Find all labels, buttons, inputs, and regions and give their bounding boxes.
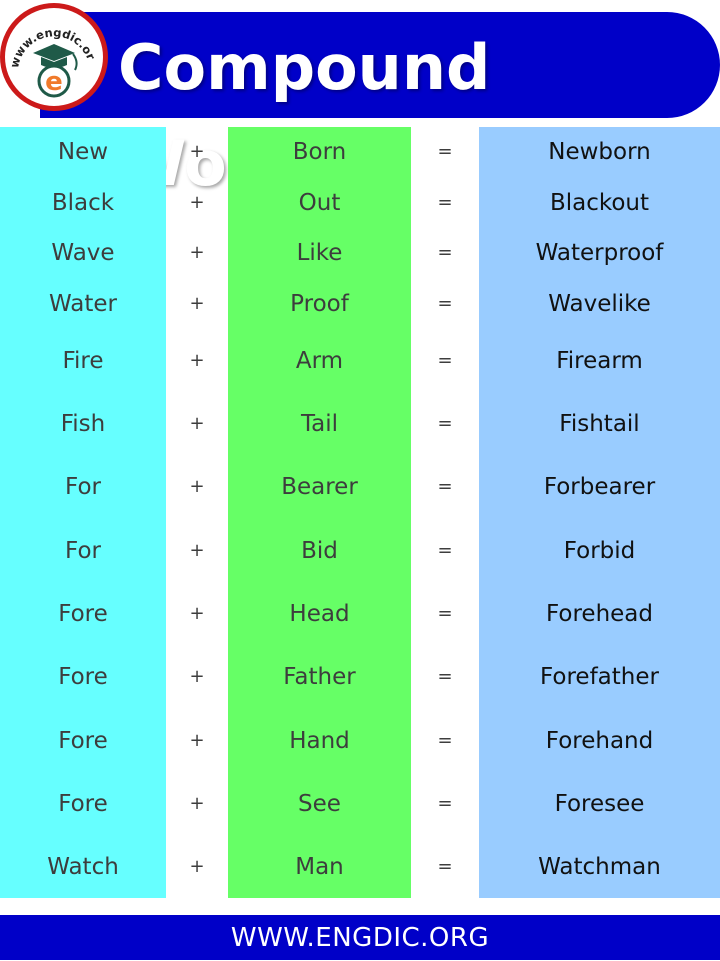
equals-sign: = <box>437 350 453 371</box>
equals-sign: = <box>437 293 453 314</box>
second-word: Tail <box>300 411 339 437</box>
compound-word: Watchman <box>538 854 661 880</box>
footer-url: WWW.ENGDIC.ORG <box>0 915 720 960</box>
first-word: New <box>57 139 109 165</box>
equals-sign: = <box>437 793 453 814</box>
plus-sign: + <box>189 476 205 497</box>
graduation-cap-e-logo-icon: www.engdic.org e <box>5 8 98 98</box>
plus-sign: + <box>189 350 205 371</box>
equals-sign: = <box>437 413 453 434</box>
compound-word: Foresee <box>554 791 645 817</box>
first-word: Wave <box>51 240 115 266</box>
second-word: Like <box>296 240 343 266</box>
page-title: Compound Words <box>118 31 491 200</box>
cap-board-icon <box>33 44 75 61</box>
compound-word: Fishtail <box>559 411 640 437</box>
plus-sign: + <box>189 666 205 687</box>
first-word: Fore <box>58 664 108 690</box>
second-word: Bid <box>301 538 338 564</box>
equals-sign: = <box>437 476 453 497</box>
plus-sign: + <box>189 540 205 561</box>
second-word: Born <box>292 139 347 165</box>
compound-word: Forbid <box>563 538 636 564</box>
plus-sign: + <box>189 141 205 162</box>
compound-word: Firearm <box>556 348 643 374</box>
plus-sign: + <box>189 192 205 213</box>
first-word: Watch <box>47 854 119 880</box>
equals-sign: = <box>437 730 453 751</box>
first-word: For <box>65 538 101 564</box>
second-word: Bearer <box>281 474 358 500</box>
compound-word: Newborn <box>548 139 651 165</box>
first-word: Water <box>49 291 117 317</box>
second-word: Hand <box>289 728 350 754</box>
first-word: Fish <box>60 411 106 437</box>
second-word: Out <box>298 190 341 216</box>
compound-word: Blackout <box>549 190 650 216</box>
plus-sign: + <box>189 293 205 314</box>
second-word: Proof <box>290 291 349 317</box>
compound-word: Wavelike <box>548 291 651 317</box>
equals-sign: = <box>437 856 453 877</box>
second-word: Head <box>289 601 350 627</box>
first-word: Fore <box>58 601 108 627</box>
equals-sign: = <box>437 141 453 162</box>
first-word: Black <box>51 190 115 216</box>
first-word: Fore <box>58 728 108 754</box>
plus-sign: + <box>189 603 205 624</box>
plus-sign: + <box>189 413 205 434</box>
logo-e-letter: e <box>45 67 63 97</box>
second-word: Father <box>283 664 356 690</box>
compound-word: Forehand <box>545 728 654 754</box>
second-word: Man <box>295 854 344 880</box>
site-logo: www.engdic.org e <box>0 3 108 111</box>
compound-word: Forefather <box>540 664 659 690</box>
equals-sign: = <box>437 603 453 624</box>
equals-sign: = <box>437 192 453 213</box>
equals-sign: = <box>437 666 453 687</box>
compound-word: Waterproof <box>535 240 664 266</box>
plus-sign: + <box>189 793 205 814</box>
equals-sign: = <box>437 540 453 561</box>
first-word: Fore <box>58 791 108 817</box>
plus-sign: + <box>189 242 205 263</box>
plus-sign: + <box>189 856 205 877</box>
compound-word: Forehead <box>545 601 653 627</box>
equals-sign: = <box>437 242 453 263</box>
first-word: For <box>65 474 101 500</box>
second-word: See <box>298 791 341 817</box>
plus-sign: + <box>189 730 205 751</box>
compound-word: Forbearer <box>543 474 656 500</box>
first-word: Fire <box>62 348 104 374</box>
second-word: Arm <box>295 348 344 374</box>
